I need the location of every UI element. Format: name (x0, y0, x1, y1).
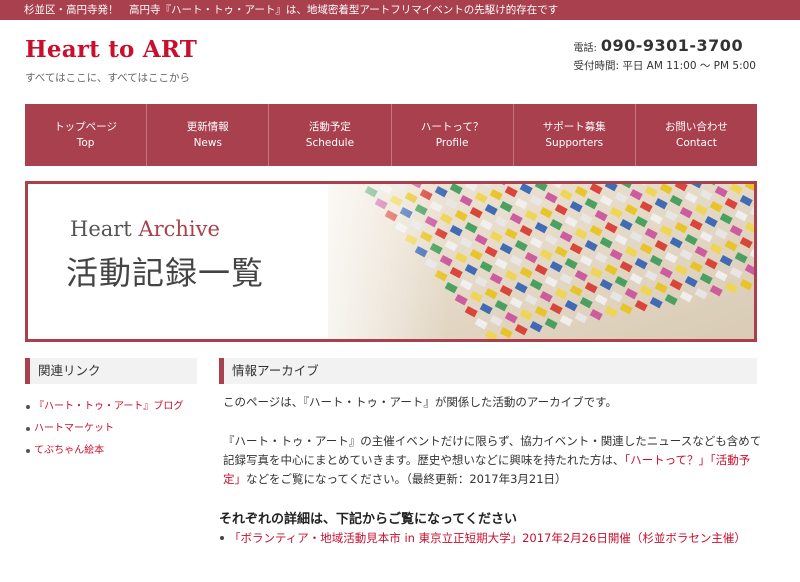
sidebar-heading: 関連リンク (25, 358, 197, 384)
nav-item-supporters[interactable]: サポート募集 Supporters (514, 104, 636, 166)
archive-item-link[interactable]: 「ボランティア・地域活動見本市 in 東京立正短期大学」2017年2月26日開催… (229, 531, 746, 545)
list-item: てぶちゃん絵本 (25, 440, 205, 462)
nav-label-en: Profile (435, 137, 469, 149)
phone-number[interactable]: 090-9301-3700 (601, 36, 743, 55)
nav-label-en: Top (76, 137, 95, 149)
hero-japanese-title: 活動記録一覧 (66, 254, 265, 292)
nav-label-ja: サポート募集 (542, 121, 606, 133)
nav-label-en: News (193, 137, 222, 149)
nav-label-en: Contact (676, 137, 717, 149)
site-tagline: すべてはここに、すべてはここから (25, 72, 190, 84)
nav-item-news[interactable]: 更新情報 News (147, 104, 270, 166)
sidebar-link-market[interactable]: ハートマーケット (34, 423, 114, 434)
business-hours: 受付時間: 平日 AM 11:00 〜 PM 5:00 (573, 60, 756, 72)
global-nav: トップページ Top 更新情報 News 活動予定 Schedule ハートって… (25, 104, 757, 166)
hero-english-title: Heart Archive (70, 217, 220, 241)
phone-label: 電話: (573, 43, 597, 54)
nav-label-ja: お問い合わせ (664, 121, 728, 133)
contact-info: 電話: 090-9301-3700 受付時間: 平日 AM 11:00 〜 PM … (573, 36, 756, 73)
nav-item-schedule[interactable]: 活動予定 Schedule (269, 104, 392, 166)
nav-label-en: Supporters (545, 137, 604, 149)
profile-link[interactable]: 「ハートって？」 (624, 453, 710, 467)
list-item: 「ボランティア・地域活動見本市 in 東京立正短期大学」2017年2月26日開催… (219, 528, 779, 548)
description-text-end: などをご覧になってください。（最終更新：2017年3月21日） (246, 472, 567, 486)
nav-label-ja: トップページ (54, 121, 117, 133)
nav-label-en: Schedule (305, 137, 355, 149)
hero-banner: Heart Archive 活動記録一覧 (25, 181, 757, 342)
phone-line: 電話: 090-9301-3700 (573, 36, 756, 55)
list-item: 『ハート・トゥ・アート』ブログ (25, 396, 205, 418)
nav-item-top[interactable]: トップページ Top (25, 104, 148, 166)
details-heading: それぞれの詳細は、下記からご覧になってください (219, 512, 517, 527)
main-heading: 情報アーカイブ (219, 358, 757, 384)
archive-list: 「ボランティア・地域活動見本市 in 東京立正短期大学」2017年2月26日開催… (219, 528, 779, 548)
nav-label-ja: 更新情報 (186, 121, 229, 133)
nav-item-contact[interactable]: お問い合わせ Contact (636, 104, 757, 166)
nav-label-ja: 活動予定 (308, 121, 351, 133)
hero-word-heart: Heart (70, 217, 132, 241)
site-title-link[interactable]: Heart to ART (25, 36, 197, 63)
intro-paragraph: このページは、『ハート・トゥ・アート』が関係した活動のアーカイブです。 (223, 395, 617, 409)
sidebar-link-list: 『ハート・トゥ・アート』ブログ ハートマーケット てぶちゃん絵本 (25, 396, 205, 462)
sidebar-link-picture-book[interactable]: てぶちゃん絵本 (34, 445, 104, 456)
nav-label-ja: ハートって？ (420, 121, 484, 133)
top-announcement-bar: 杉並区・高円寺発！ 高円寺『ハート・トゥ・アート』は、地域密着型アートフリマイベ… (0, 0, 800, 20)
hero-word-archive: Archive (138, 217, 220, 241)
sidebar-link-blog[interactable]: 『ハート・トゥ・アート』ブログ (34, 401, 183, 412)
announcement-text: 杉並区・高円寺発！ 高円寺『ハート・トゥ・アート』は、地域密着型アートフリマイベ… (24, 4, 559, 16)
nav-item-profile[interactable]: ハートって？ Profile (392, 104, 514, 166)
list-item: ハートマーケット (25, 418, 205, 440)
description-paragraph: 『ハート・トゥ・アート』の主催イベントだけに限らず、協力イベント・関連したニュー… (223, 432, 763, 489)
